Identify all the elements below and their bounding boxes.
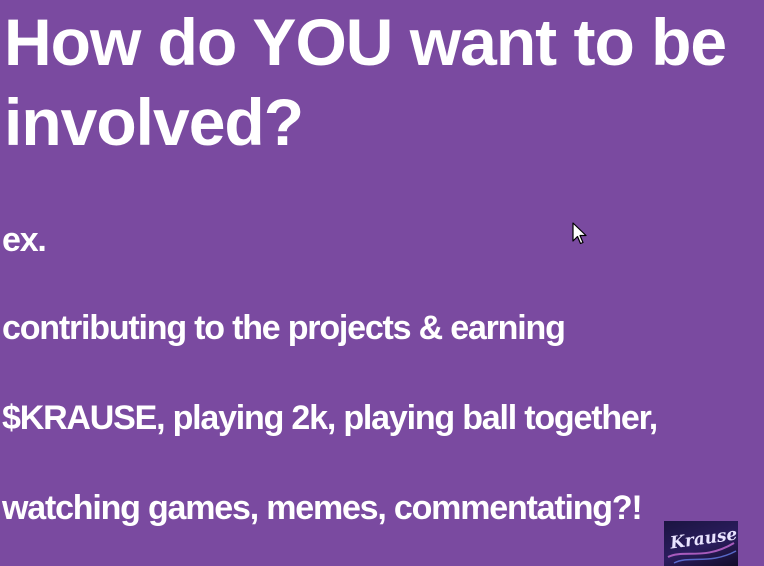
krause-logo-icon: Krause	[664, 521, 738, 566]
slide-line-1: contributing to the projects & earning	[2, 309, 566, 347]
slide-line-3: watching games, memes, commentating?!	[2, 489, 643, 527]
mouse-pointer-icon	[572, 222, 587, 245]
slide: How do YOU want to be involved? ex. cont…	[0, 0, 764, 566]
slide-line-2: $KRAUSE, playing 2k, playing ball togeth…	[2, 399, 658, 437]
slide-line-example: ex.	[2, 221, 47, 259]
slide-title: How do YOU want to be involved?	[4, 5, 727, 159]
